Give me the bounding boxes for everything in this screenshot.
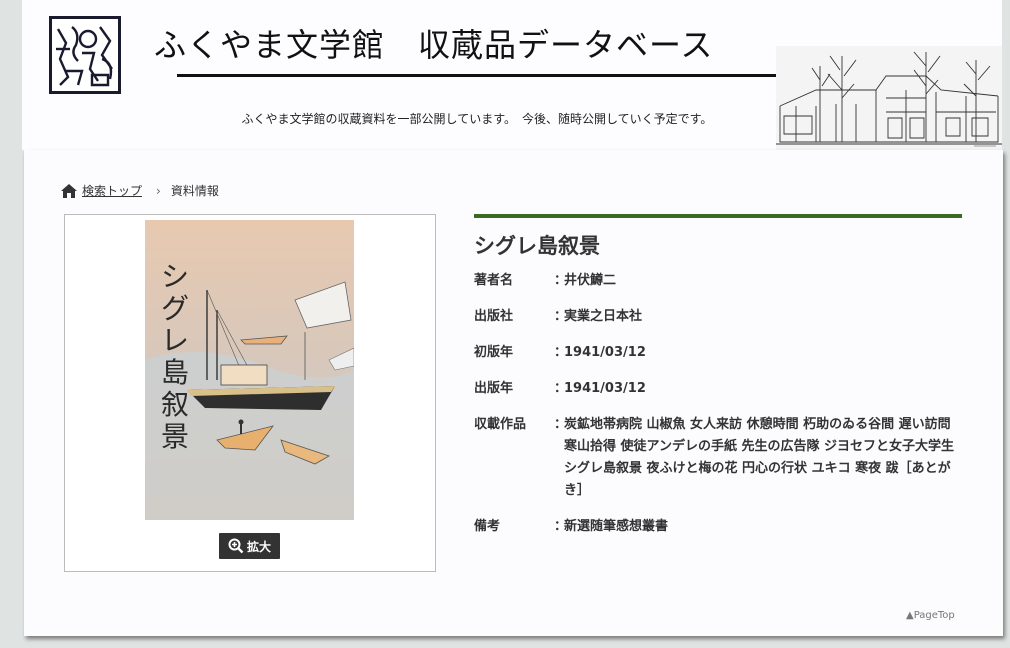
field-label: 著者名 — [474, 273, 514, 288]
svg-text:島: 島 — [161, 356, 189, 389]
svg-text:シ: シ — [161, 260, 189, 293]
field-colon: ： — [554, 417, 568, 432]
field-value: 井伏鱒二 — [564, 273, 617, 288]
field-label: 初版年 — [474, 345, 514, 360]
site-logo[interactable] — [49, 16, 121, 94]
breadcrumb: 検索トップ › 資料情報 — [60, 182, 219, 199]
field-value: 新選随筆感想叢書 — [564, 519, 669, 534]
field-value: 炭鉱地帯病院 山椒魚 女人来訪 休憩時間 朽助のゐる谷間 遅い訪問 寒山拾得 使… — [564, 417, 955, 498]
field-colon: ： — [554, 273, 568, 288]
svg-text:叙: 叙 — [161, 388, 189, 421]
book-title: シグレ島叙景 — [474, 234, 600, 258]
field-publisher: 出版社 ： 実業之日本社 — [474, 306, 962, 328]
detail-panel: シグレ島叙景 著者名 ： 井伏鱒二 出版社 ： 実業之日本社 初版年 ： 194… — [474, 214, 962, 552]
site-title: ふくやま文学館 収蔵品データベース — [154, 26, 714, 64]
breadcrumb-current: 資料情報 — [170, 184, 219, 198]
field-colon: ： — [554, 345, 568, 360]
breadcrumb-home-link[interactable]: 検索トップ — [82, 182, 142, 199]
home-icon[interactable] — [60, 183, 78, 199]
chevron-right-icon: › — [156, 183, 161, 198]
zoom-button[interactable]: 拡大 — [219, 533, 280, 559]
field-colon: ： — [554, 519, 568, 534]
field-collected-works: 収載作品 ： 炭鉱地帯病院 山椒魚 女人来訪 休憩時間 朽助のゐる谷間 遅い訪問… — [474, 414, 962, 502]
field-value: 1941/03/12 — [564, 345, 646, 360]
svg-text:景: 景 — [161, 420, 189, 453]
field-label: 出版年 — [474, 381, 514, 396]
page-top-link[interactable]: ▲PageTop — [906, 610, 955, 621]
building-sketch-image — [776, 46, 1002, 150]
field-label: 出版社 — [474, 309, 514, 324]
zoom-in-icon — [228, 538, 244, 554]
field-label: 収載作品 — [474, 417, 527, 432]
field-colon: ： — [554, 309, 568, 324]
field-publication-year: 出版年 ： 1941/03/12 — [474, 378, 962, 400]
image-panel: シ グ レ 島 叙 景 拡大 — [64, 214, 436, 572]
main-content: 検索トップ › 資料情報 シ グ レ 島 叙 景 拡大 シグレ島叙景 著者名 ：… — [24, 150, 1003, 636]
field-colon: ： — [554, 381, 568, 396]
accent-rule — [474, 214, 962, 218]
zoom-button-label: 拡大 — [246, 539, 271, 554]
field-first-edition: 初版年 ： 1941/03/12 — [474, 342, 962, 364]
field-value: 1941/03/12 — [564, 381, 646, 396]
field-notes: 備考 ： 新選随筆感想叢書 — [474, 516, 962, 538]
field-value: 実業之日本社 — [564, 309, 643, 324]
site-header: ふくやま文学館 収蔵品データベース ふくやま文学館の収蔵資料を一部公開しています… — [22, 0, 1002, 150]
field-author: 著者名 ： 井伏鱒二 — [474, 270, 962, 292]
title-underline — [177, 74, 777, 77]
svg-text:レ: レ — [161, 324, 189, 357]
book-cover-image[interactable]: シ グ レ 島 叙 景 — [145, 220, 355, 520]
svg-text:グ: グ — [161, 292, 189, 325]
field-label: 備考 — [474, 519, 501, 534]
